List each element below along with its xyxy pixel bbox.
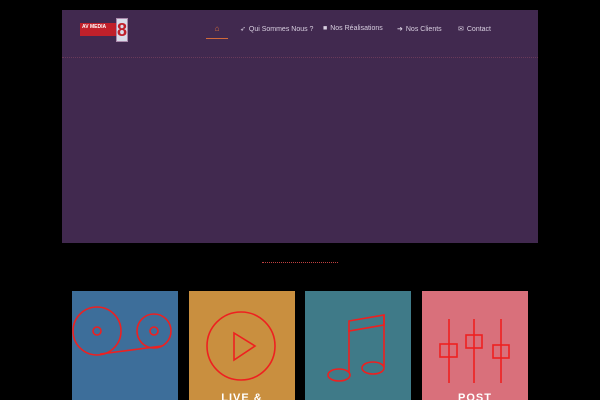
service-tile-live[interactable]: LIVE & xyxy=(189,291,295,400)
arrow-right-icon: ➜ xyxy=(397,26,403,33)
nav-home[interactable]: ⌂ xyxy=(206,24,228,39)
rocket-icon: ➶ xyxy=(240,26,246,33)
nav-label: Contact xyxy=(466,25,491,33)
nav-label: Qui Sommes Nous ? xyxy=(248,25,314,33)
service-tile-music[interactable] xyxy=(305,291,411,400)
tile-title: LIVE & xyxy=(221,392,263,400)
nav-realisations[interactable]: ■ Nos Réalisations xyxy=(323,25,383,32)
home-icon: ⌂ xyxy=(214,24,220,33)
tape-reel-icon xyxy=(72,306,172,356)
logo-mark: 8 xyxy=(116,18,128,42)
service-tile-recording[interactable] xyxy=(72,291,178,400)
mixer-sliders-icon xyxy=(439,319,510,383)
briefcase-icon: ■ xyxy=(323,25,328,32)
section-divider xyxy=(262,262,338,263)
logo-text: AV MEDIA xyxy=(80,23,118,36)
tile-title: POST xyxy=(458,392,492,400)
nav-qui-sommes-nous[interactable]: ➶ Qui Sommes Nous ? xyxy=(240,25,314,34)
logo[interactable]: AV MEDIA 8 xyxy=(80,18,130,42)
nav-contact[interactable]: ✉ Contact xyxy=(458,25,491,34)
hero-banner: AV MEDIA 8 ⌂ ➶ Qui Sommes Nous ? ■ Nos Réa… xyxy=(62,10,538,243)
service-tile-post[interactable]: POST xyxy=(422,291,528,400)
nav-clients[interactable]: ➜ Nos Clients xyxy=(397,25,442,34)
nav-divider xyxy=(62,57,538,58)
nav-label: Nos Réalisations xyxy=(330,25,383,32)
play-circle-icon xyxy=(206,311,276,381)
music-note-icon xyxy=(327,314,385,382)
envelope-icon: ✉ xyxy=(458,26,464,33)
nav-label: Nos Clients xyxy=(405,25,442,33)
